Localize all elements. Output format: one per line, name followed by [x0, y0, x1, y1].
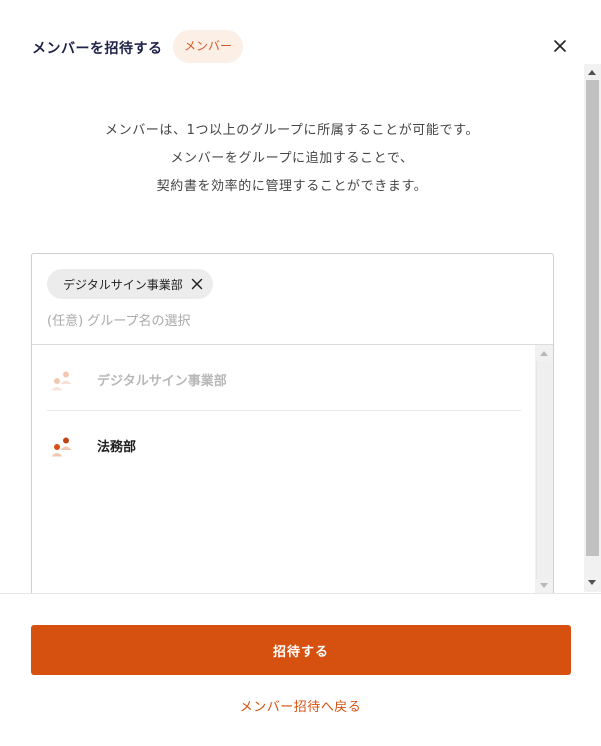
- dropdown-scrollbar[interactable]: [535, 345, 553, 593]
- dialog-footer: 招待する メンバー招待へ戻る: [0, 593, 601, 746]
- group-icon: [51, 371, 72, 391]
- dialog-scrollbar[interactable]: [584, 64, 601, 592]
- close-icon[interactable]: [551, 37, 569, 55]
- option-label: 法務部: [97, 439, 137, 455]
- role-badge: メンバー: [173, 30, 244, 63]
- description-text: メンバーは、1つ以上のグループに所属することが可能です。 メンバーをグループに追…: [0, 117, 584, 201]
- option-divider: [47, 410, 521, 411]
- invite-button[interactable]: 招待する: [31, 625, 571, 675]
- invite-member-dialog: メンバーを招待する メンバー メンバーは、1つ以上のグループに所属することが可能…: [0, 0, 601, 746]
- description-line-3: 契約書を効率的に管理することができます。: [156, 179, 428, 194]
- dialog-body: メンバーは、1つ以上のグループに所属することが可能です。 メンバーをグループに追…: [0, 65, 601, 593]
- group-search-input[interactable]: [47, 308, 527, 334]
- option-digital-sign: デジタルサイン事業部: [47, 348, 521, 410]
- back-to-invite-link[interactable]: メンバー招待へ戻る: [0, 696, 601, 715]
- option-label: デジタルサイン事業部: [97, 373, 227, 389]
- option-legal[interactable]: 法務部: [47, 414, 521, 476]
- dialog-title: メンバーを招待する: [32, 41, 163, 57]
- scrollbar-thumb[interactable]: [586, 80, 599, 556]
- group-select[interactable]: デジタルサイン事業部 デジタルサイン事業部: [31, 253, 554, 593]
- scroll-up-icon[interactable]: [540, 351, 548, 356]
- chip-label: デジタルサイン事業部: [63, 277, 183, 292]
- description-line-2: メンバーをグループに追加することで、: [170, 151, 414, 166]
- group-icon: [51, 437, 72, 457]
- scroll-down-icon[interactable]: [540, 583, 548, 588]
- scroll-up-icon[interactable]: [588, 70, 596, 75]
- selected-group-chip: デジタルサイン事業部: [47, 269, 213, 299]
- remove-chip-icon[interactable]: [191, 278, 203, 290]
- scrollbar-thumb[interactable]: [536, 361, 552, 579]
- scroll-down-icon[interactable]: [588, 580, 596, 585]
- description-line-1: メンバーは、1つ以上のグループに所属することが可能です。: [105, 123, 479, 138]
- group-dropdown: デジタルサイン事業部 法務部: [32, 344, 553, 593]
